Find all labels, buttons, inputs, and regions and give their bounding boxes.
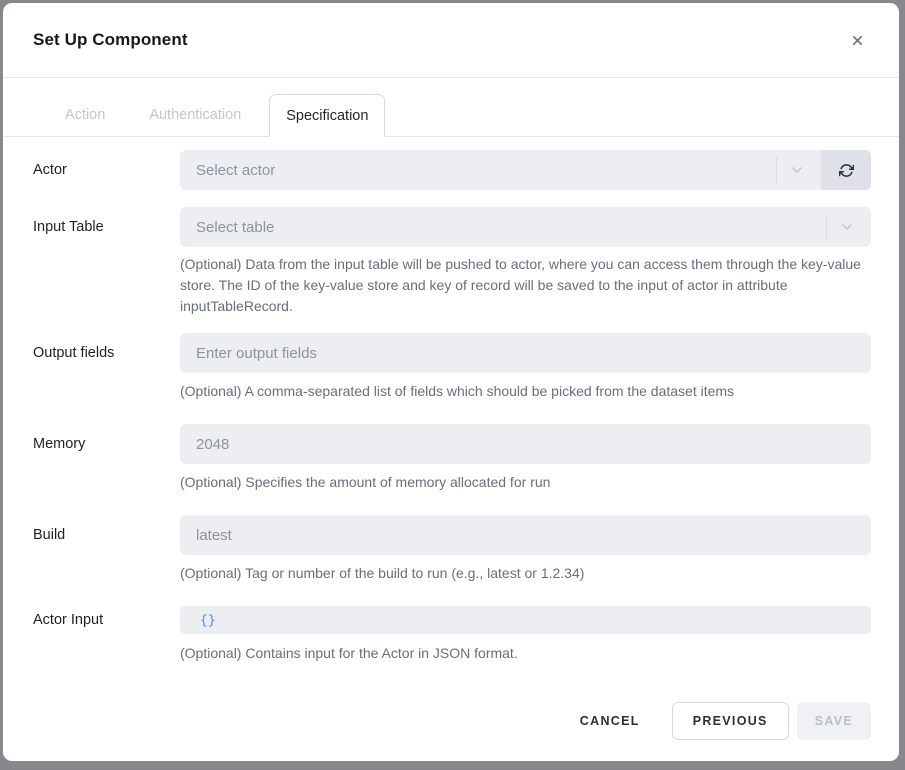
- setup-component-modal: Set Up Component Action Authentication S…: [3, 3, 899, 761]
- input-table-select[interactable]: Select table: [180, 207, 871, 247]
- refresh-icon: [839, 163, 854, 178]
- input-table-label: Input Table: [33, 207, 180, 317]
- actor-input-label: Actor Input: [33, 606, 180, 664]
- memory-label: Memory: [33, 424, 180, 493]
- actor-input-help: (Optional) Contains input for the Actor …: [180, 643, 871, 664]
- modal-header: Set Up Component: [3, 3, 899, 78]
- actor-row: Actor Select actor: [33, 150, 871, 190]
- memory-help: (Optional) Specifies the amount of memor…: [180, 472, 871, 493]
- modal-footer: CANCEL PREVIOUS SAVE: [3, 664, 899, 740]
- refresh-actors-button[interactable]: [821, 150, 871, 190]
- save-button[interactable]: SAVE: [797, 702, 871, 740]
- close-button[interactable]: [845, 28, 869, 52]
- memory-input[interactable]: [180, 424, 871, 464]
- output-fields-help: (Optional) A comma-separated list of fie…: [180, 381, 871, 402]
- actor-select-placeholder: Select actor: [196, 162, 776, 179]
- actor-input-json-value: {}: [200, 613, 216, 628]
- select-divider: [826, 214, 827, 240]
- chevron-down-icon: [789, 162, 805, 178]
- tab-specification[interactable]: Specification: [269, 94, 385, 137]
- actor-input-json-editor[interactable]: {}: [180, 606, 871, 634]
- tab-action[interactable]: Action: [49, 93, 121, 136]
- actor-input-row: Actor Input {} (Optional) Contains input…: [33, 606, 871, 664]
- chevron-down-icon: [839, 219, 855, 235]
- previous-button[interactable]: PREVIOUS: [672, 702, 789, 740]
- input-table-row: Input Table Select table (Optional) Data…: [33, 207, 871, 317]
- build-row: Build (Optional) Tag or number of the bu…: [33, 515, 871, 584]
- build-help: (Optional) Tag or number of the build to…: [180, 563, 871, 584]
- build-input[interactable]: [180, 515, 871, 555]
- memory-row: Memory (Optional) Specifies the amount o…: [33, 424, 871, 493]
- output-fields-row: Output fields (Optional) A comma-separat…: [33, 333, 871, 402]
- actor-select[interactable]: Select actor: [180, 150, 821, 190]
- input-table-help: (Optional) Data from the input table wil…: [180, 254, 871, 317]
- build-label: Build: [33, 515, 180, 584]
- input-table-select-placeholder: Select table: [196, 219, 826, 236]
- actor-label: Actor: [33, 150, 180, 190]
- specification-form: Actor Select actor: [3, 137, 899, 664]
- modal-title: Set Up Component: [33, 30, 188, 50]
- cancel-button[interactable]: CANCEL: [562, 702, 658, 740]
- tab-authentication[interactable]: Authentication: [133, 93, 257, 136]
- output-fields-label: Output fields: [33, 333, 180, 402]
- output-fields-input[interactable]: [180, 333, 871, 373]
- select-divider: [776, 157, 777, 183]
- close-icon: [850, 33, 865, 48]
- tabs-bar: Action Authentication Specification: [3, 78, 899, 137]
